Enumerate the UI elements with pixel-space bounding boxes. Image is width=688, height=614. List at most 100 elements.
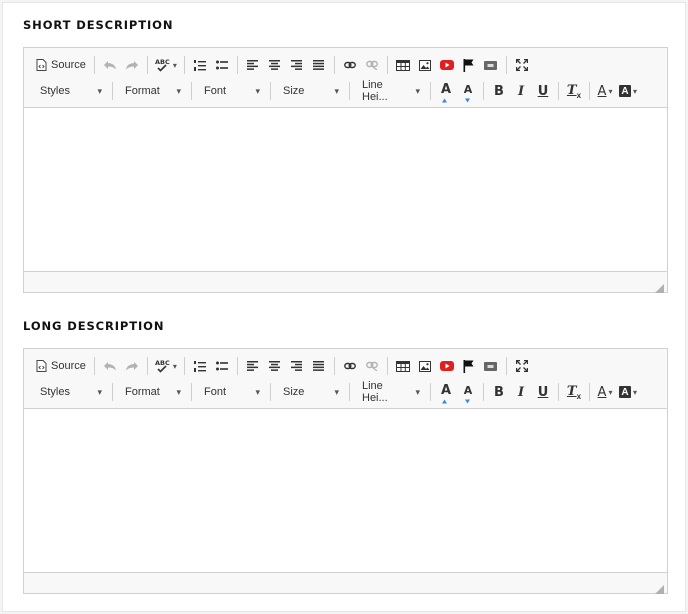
- text-color-button[interactable]: A ▾: [594, 381, 616, 403]
- justify-button[interactable]: [308, 355, 330, 377]
- source-button[interactable]: Source: [32, 355, 90, 377]
- remove-format-button[interactable]: Tx: [563, 381, 585, 403]
- text-color-caret: ▾: [608, 86, 613, 96]
- link-button[interactable]: [339, 355, 361, 377]
- toolbar-separator: [483, 383, 484, 401]
- increase-font-button[interactable]: A: [435, 381, 457, 403]
- redo-button[interactable]: [121, 54, 143, 76]
- undo-button[interactable]: [99, 54, 121, 76]
- decrease-font-button[interactable]: A: [457, 381, 479, 403]
- format-dropdown[interactable]: Format ▾: [117, 80, 187, 102]
- unlink-button[interactable]: [361, 54, 383, 76]
- toolbar-separator: [236, 357, 238, 375]
- toolbar-separator: [191, 82, 192, 100]
- align-center-button[interactable]: [264, 355, 286, 377]
- embed-icon: [484, 60, 498, 70]
- bold-icon: B: [494, 83, 504, 99]
- format-label: Format: [125, 85, 160, 97]
- background-color-button[interactable]: A ▾: [616, 80, 640, 102]
- resize-grip-icon[interactable]: [655, 280, 664, 293]
- line-height-dropdown[interactable]: Line Hei... ▾: [354, 380, 426, 404]
- editor-status-bar: [24, 271, 667, 293]
- bold-button[interactable]: B: [488, 381, 510, 403]
- spellcheck-button[interactable]: ABC ▾: [152, 355, 180, 377]
- underline-icon: U: [537, 83, 549, 99]
- toolbar-separator: [349, 82, 350, 100]
- source-icon: [36, 59, 47, 71]
- italic-button[interactable]: I: [510, 80, 532, 102]
- embed-button[interactable]: [480, 355, 502, 377]
- toolbar-row-1: Source ABC ▾: [32, 52, 659, 78]
- maximize-button[interactable]: [511, 54, 533, 76]
- source-button[interactable]: Source: [32, 54, 90, 76]
- table-button[interactable]: [392, 54, 414, 76]
- bulleted-list-button[interactable]: [211, 355, 233, 377]
- redo-button[interactable]: [121, 355, 143, 377]
- align-right-button[interactable]: [286, 54, 308, 76]
- chevron-down-icon: ▾: [334, 386, 339, 397]
- line-height-dropdown[interactable]: Line Hei... ▾: [354, 79, 426, 103]
- background-color-button[interactable]: A ▾: [616, 381, 640, 403]
- align-right-button[interactable]: [286, 355, 308, 377]
- maximize-button[interactable]: [511, 355, 533, 377]
- align-center-button[interactable]: [264, 54, 286, 76]
- numbered-list-button[interactable]: [189, 54, 211, 76]
- font-dropdown[interactable]: Font ▾: [196, 381, 266, 403]
- table-button[interactable]: [392, 355, 414, 377]
- styles-dropdown[interactable]: Styles ▾: [32, 80, 108, 102]
- font-label: Font: [204, 386, 227, 398]
- size-dropdown[interactable]: Size ▾: [275, 381, 345, 403]
- toolbar-separator: [191, 383, 192, 401]
- editor-content-area[interactable]: [24, 409, 667, 572]
- align-left-button[interactable]: [242, 54, 264, 76]
- bulleted-list-button[interactable]: [211, 54, 233, 76]
- font-dropdown[interactable]: Font ▾: [196, 80, 266, 102]
- bold-button[interactable]: B: [488, 80, 510, 102]
- underline-button[interactable]: U: [532, 80, 554, 102]
- unlink-button[interactable]: [361, 355, 383, 377]
- source-icon: [36, 360, 47, 372]
- youtube-button[interactable]: [436, 355, 458, 377]
- youtube-button[interactable]: [436, 54, 458, 76]
- flag-button[interactable]: [458, 54, 480, 76]
- chevron-down-icon: ▾: [255, 85, 260, 96]
- link-button[interactable]: [339, 54, 361, 76]
- underline-icon: U: [537, 384, 549, 400]
- toolbar-separator: [270, 82, 271, 100]
- maximize-icon: [515, 59, 528, 71]
- decrease-font-icon: A: [464, 381, 472, 404]
- text-color-button[interactable]: A ▾: [594, 80, 616, 102]
- remove-format-button[interactable]: Tx: [563, 80, 585, 102]
- unlink-icon: [365, 361, 378, 371]
- flag-icon: [463, 58, 474, 72]
- styles-dropdown[interactable]: Styles ▾: [32, 381, 108, 403]
- toolbar-separator: [386, 357, 388, 375]
- line-height-label: Line Hei...: [362, 79, 388, 103]
- resize-grip-icon[interactable]: [655, 581, 664, 594]
- svg-text:ABC: ABC: [155, 359, 170, 367]
- embed-icon: [484, 361, 498, 371]
- underline-button[interactable]: U: [532, 381, 554, 403]
- size-dropdown[interactable]: Size ▾: [275, 80, 345, 102]
- flag-button[interactable]: [458, 355, 480, 377]
- align-left-button[interactable]: [242, 355, 264, 377]
- numbered-list-button[interactable]: [189, 355, 211, 377]
- italic-button[interactable]: I: [510, 381, 532, 403]
- source-label: Source: [51, 59, 86, 71]
- format-dropdown[interactable]: Format ▾: [117, 381, 187, 403]
- spellcheck-button[interactable]: ABC ▾: [152, 54, 180, 76]
- image-button[interactable]: [414, 355, 436, 377]
- increase-font-button[interactable]: A: [435, 80, 457, 102]
- justify-button[interactable]: [308, 54, 330, 76]
- chevron-down-icon: ▾: [176, 85, 181, 96]
- editor-content-area[interactable]: [24, 108, 667, 271]
- description-panel: SHORT DESCRIPTION Source ABC ▾ Styles ▾ …: [2, 2, 686, 612]
- undo-button[interactable]: [99, 355, 121, 377]
- decrease-font-button[interactable]: A: [457, 80, 479, 102]
- short-description-editor: Source ABC ▾ Styles ▾ Format ▾ Font ▾ Si…: [23, 47, 668, 293]
- redo-icon: [125, 60, 139, 70]
- embed-button[interactable]: [480, 54, 502, 76]
- toolbar-separator: [589, 82, 590, 100]
- bulleted-list-icon: [215, 361, 228, 371]
- image-button[interactable]: [414, 54, 436, 76]
